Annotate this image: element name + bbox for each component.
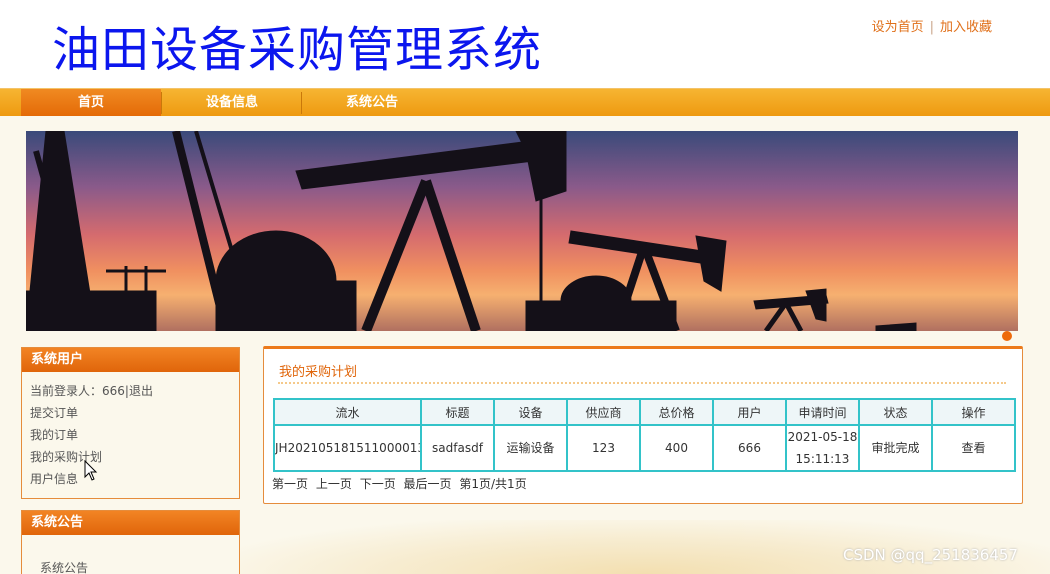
system-user-title: 系统用户	[22, 348, 239, 372]
banner-image	[26, 131, 1018, 331]
notice-item[interactable]: 系统公告	[40, 557, 239, 574]
menu-user-info[interactable]: 用户信息	[30, 468, 239, 490]
system-notice-title: 系统公告	[22, 511, 239, 535]
table-header-row: 流水 标题 设备 供应商 总价格 用户 申请时间 状态 操作	[273, 398, 1016, 426]
cell-total-price: 400	[639, 424, 714, 472]
table-row: JH202105181511000013 sadfasdf 运输设备 123 4…	[273, 424, 1016, 472]
dotted-divider	[278, 382, 1006, 384]
system-user-box: 系统用户 当前登录人：666|退出 提交订单 我的订单 我的采购计划 用户信息	[21, 347, 240, 499]
set-homepage-link[interactable]: 设为首页	[872, 20, 924, 35]
add-favorite-link[interactable]: 加入收藏	[940, 20, 992, 35]
link-separator: |	[929, 20, 934, 35]
col-header: 标题	[420, 398, 495, 426]
system-notice-box: 系统公告 系统公告	[21, 510, 240, 574]
view-link[interactable]: 查看	[931, 424, 1016, 472]
menu-my-purchase-plan[interactable]: 我的采购计划	[30, 446, 239, 468]
col-header: 供应商	[566, 398, 641, 426]
col-header: 状态	[858, 398, 933, 426]
col-header: 流水	[273, 398, 422, 426]
cell-equipment: 运输设备	[493, 424, 568, 472]
main-nav: 首页 设备信息 系统公告	[0, 88, 1050, 116]
col-header: 总价格	[639, 398, 714, 426]
cell-status: 审批完成	[858, 424, 933, 472]
menu-my-orders[interactable]: 我的订单	[30, 424, 239, 446]
prev-page-link[interactable]: 上一页	[316, 477, 352, 491]
cell-supplier: 123	[566, 424, 641, 472]
col-header: 用户	[712, 398, 787, 426]
nav-item-home[interactable]: 首页	[21, 89, 161, 116]
purchase-plan-panel: 我的采购计划 流水 标题 设备 供应商 总价格 用户 申请时间 状态 操作 JH…	[263, 346, 1023, 504]
nav-item-equipment[interactable]: 设备信息	[162, 89, 302, 116]
nav-item-notice[interactable]: 系统公告	[302, 89, 442, 116]
purchase-plan-table: 流水 标题 设备 供应商 总价格 用户 申请时间 状态 操作 JH2021051…	[273, 398, 1016, 472]
mouse-cursor-icon	[84, 460, 98, 481]
next-page-link[interactable]: 下一页	[360, 477, 396, 491]
first-page-link[interactable]: 第一页	[272, 477, 308, 491]
site-title: 油田设备采购管理系统	[52, 22, 543, 78]
cell-apply-time: 2021-05-18 15:11:13	[785, 424, 860, 472]
menu-submit-order[interactable]: 提交订单	[30, 402, 239, 424]
watermark: CSDN @qq_251836457	[843, 546, 1018, 564]
pagination: 第一页 上一页 下一页 最后一页 第1页/共1页	[272, 475, 531, 492]
notice-menu: 系统公告	[22, 535, 239, 574]
page-info: 第1页/共1页	[459, 477, 527, 491]
cell-title: sadfasdf	[420, 424, 495, 472]
user-menu: 当前登录人：666|退出 提交订单 我的订单 我的采购计划 用户信息	[22, 372, 239, 490]
col-header: 设备	[493, 398, 568, 426]
top-links: 设为首页 | 加入收藏	[872, 16, 992, 35]
panel-title: 我的采购计划	[279, 365, 358, 380]
current-user-logout[interactable]: 当前登录人：666|退出	[30, 380, 239, 402]
oil-pump-silhouette	[26, 131, 917, 331]
last-page-link[interactable]: 最后一页	[404, 477, 452, 491]
cell-user: 666	[712, 424, 787, 472]
site-header: 油田设备采购管理系统 设为首页 | 加入收藏	[0, 0, 1050, 88]
col-header: 操作	[931, 398, 1016, 426]
banner-indicator-dot[interactable]	[1002, 331, 1012, 341]
cell-serial: JH202105181511000013	[273, 424, 422, 472]
col-header: 申请时间	[785, 398, 860, 426]
